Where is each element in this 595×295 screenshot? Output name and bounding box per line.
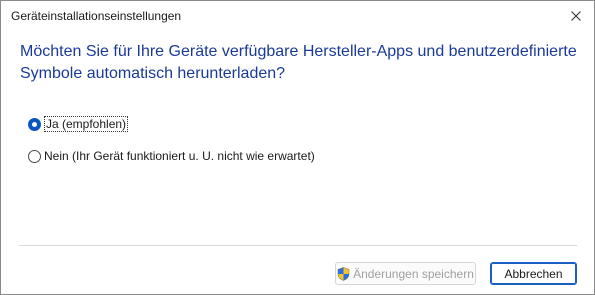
- divider: [19, 245, 577, 246]
- save-changes-label: Änderungen speichern: [353, 266, 474, 281]
- radio-option-yes[interactable]: Ja (empfohlen): [28, 116, 129, 132]
- window-title: Geräteinstallationseinstellungen: [11, 9, 182, 23]
- dialog-question: Möchten Sie für Ihre Geräte verfügbare H…: [20, 43, 577, 82]
- radio-button-no[interactable]: [28, 149, 41, 163]
- close-icon: [571, 11, 581, 21]
- title-bar[interactable]: Geräteinstallationseinstellungen: [1, 1, 594, 32]
- close-button[interactable]: [562, 3, 590, 29]
- radio-option-no[interactable]: Nein (Ihr Gerät funktioniert u. U. nicht…: [28, 149, 315, 163]
- cancel-button[interactable]: Abbrechen: [490, 262, 577, 285]
- dialog-window: Geräteinstallationseinstellungen Möchten…: [0, 0, 595, 295]
- save-changes-button[interactable]: Änderungen speichern: [335, 262, 476, 285]
- radio-button-yes[interactable]: [28, 117, 41, 131]
- radio-label-yes[interactable]: Ja (empfohlen): [44, 116, 129, 132]
- radio-label-no[interactable]: Nein (Ihr Gerät funktioniert u. U. nicht…: [44, 149, 315, 163]
- uac-shield-icon: [337, 266, 350, 281]
